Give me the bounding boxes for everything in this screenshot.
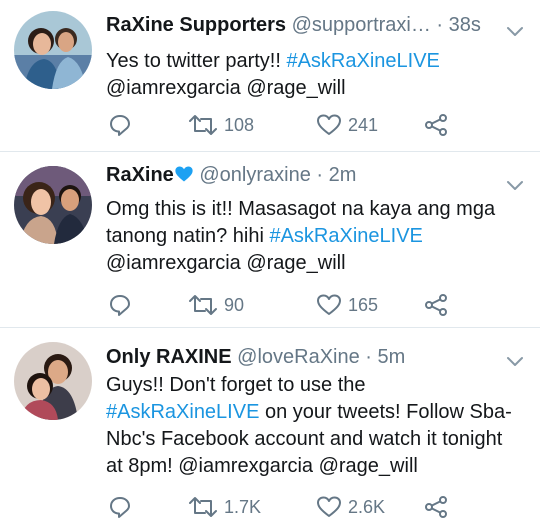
- display-name[interactable]: Only RAXINE: [106, 346, 232, 368]
- reply-icon: [110, 115, 130, 136]
- handle[interactable]: @onlyraxine: [199, 164, 310, 186]
- like-button[interactable]: 241: [316, 110, 378, 140]
- like-count: 165: [348, 294, 379, 315]
- tweet-actions: 1.7K 2.6K: [106, 492, 524, 522]
- tweet-card[interactable]: RaXine Supporters @supportraxi… · 38s Ye…: [0, 0, 540, 152]
- separator-dot: ·: [436, 14, 444, 36]
- hashtag-link[interactable]: #AskRaXineLIVE: [286, 50, 439, 72]
- reply-icon: [110, 497, 130, 518]
- retweet-count: 1.7K: [224, 496, 262, 517]
- reply-icon: [110, 295, 130, 316]
- display-name[interactable]: RaXine Supporters: [106, 14, 286, 36]
- reply-button[interactable]: [108, 290, 132, 320]
- like-icon: [317, 114, 341, 135]
- share-icon: [425, 496, 447, 518]
- reply-button[interactable]: [108, 110, 132, 140]
- avatar[interactable]: [14, 11, 92, 89]
- separator-dot: ·: [365, 346, 372, 368]
- avatar[interactable]: [14, 342, 92, 420]
- tweet-text-part: Yes to twitter party!!: [106, 50, 287, 72]
- share-icon: [425, 294, 447, 316]
- tweet-text-part: @iamrexgarcia @rage_will: [106, 252, 346, 274]
- share-button[interactable]: [424, 492, 448, 522]
- hashtag-link[interactable]: #AskRaXineLIVE: [106, 401, 259, 423]
- chevron-down-icon[interactable]: [504, 350, 526, 372]
- retweet-button[interactable]: 108: [188, 110, 254, 140]
- retweet-count: 108: [224, 114, 255, 135]
- retweet-icon: [189, 295, 217, 315]
- chevron-down-icon[interactable]: [504, 174, 526, 196]
- retweet-button[interactable]: 1.7K: [188, 492, 261, 522]
- handle[interactable]: @supportraxi…: [292, 14, 431, 36]
- hashtag-link[interactable]: #AskRaXineLIVE: [269, 225, 422, 247]
- tweet-text: Yes to twitter party!! #AskRaXineLIVE @i…: [106, 48, 524, 102]
- chevron-down-icon[interactable]: [504, 20, 526, 42]
- tweet-text-part: Guys!! Don't forget to use the: [106, 374, 366, 396]
- like-button[interactable]: 2.6K: [316, 492, 385, 522]
- separator-dot: ·: [316, 164, 324, 186]
- tweet-card[interactable]: Only RAXINE @loveRaXine · 5m Guys!! Don'…: [0, 328, 540, 530]
- tweet-text: Guys!! Don't forget to use the #AskRaXin…: [106, 372, 524, 480]
- retweet-count: 90: [224, 294, 245, 315]
- display-name[interactable]: RaXine: [106, 164, 174, 186]
- timestamp[interactable]: 5m: [378, 346, 406, 368]
- like-button[interactable]: 165: [316, 290, 378, 320]
- tweet-header: RaXine @onlyraxine · 2m: [106, 162, 494, 188]
- reply-button[interactable]: [108, 492, 132, 522]
- avatar[interactable]: [14, 166, 92, 244]
- retweet-button[interactable]: 90: [188, 290, 244, 320]
- blue-heart-icon: [175, 166, 193, 182]
- like-icon: [317, 294, 341, 315]
- handle[interactable]: @loveRaXine: [237, 346, 360, 368]
- tweet-text: Omg this is it!! Masasagot na kaya ang m…: [106, 196, 524, 277]
- tweet-actions: 90 165: [106, 290, 524, 320]
- tweet-actions: 108 241: [106, 110, 524, 140]
- tweet-header: Only RAXINE @loveRaXine · 5m: [106, 344, 494, 370]
- share-icon: [425, 114, 447, 136]
- timestamp[interactable]: 2m: [329, 164, 357, 186]
- retweet-icon: [189, 115, 217, 135]
- tweet-header: RaXine Supporters @supportraxi… · 38s: [106, 12, 494, 38]
- like-count: 2.6K: [348, 496, 386, 517]
- retweet-icon: [189, 497, 217, 517]
- timestamp[interactable]: 38s: [449, 14, 481, 36]
- tweet-card[interactable]: RaXine @onlyraxine · 2m Omg this is it!!…: [0, 152, 540, 328]
- share-button[interactable]: [424, 110, 448, 140]
- share-button[interactable]: [424, 290, 448, 320]
- tweet-text-part: @iamrexgarcia @rage_will: [106, 77, 346, 99]
- like-count: 241: [348, 114, 379, 135]
- like-icon: [317, 496, 341, 517]
